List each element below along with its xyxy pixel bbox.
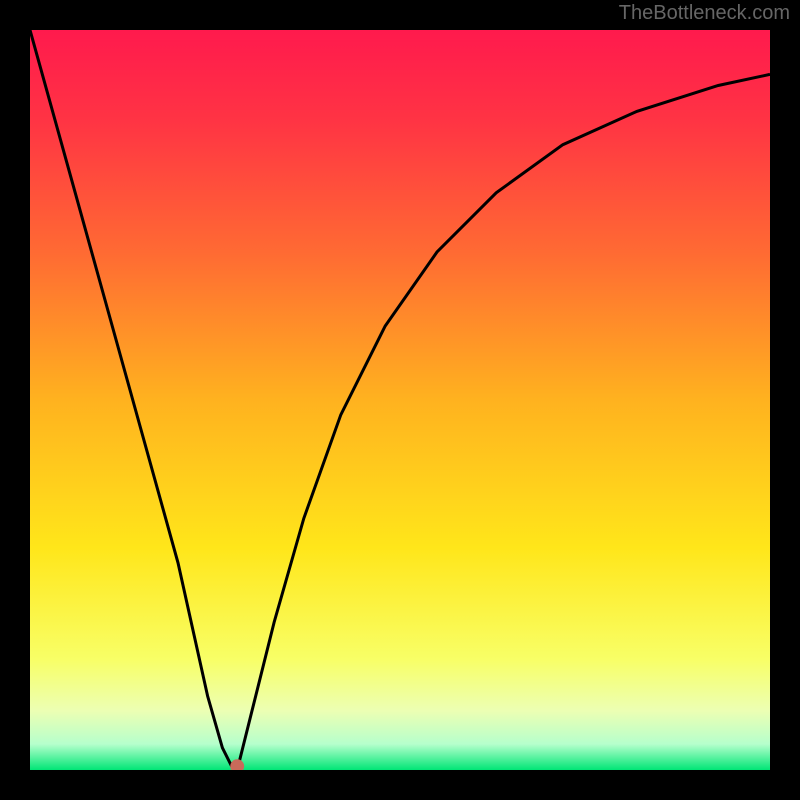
plot-svg (30, 30, 770, 770)
chart-outer-frame: TheBottleneck.com (0, 0, 800, 800)
plot-area (30, 30, 770, 770)
gradient-background (30, 30, 770, 770)
watermark-text: TheBottleneck.com (619, 2, 790, 25)
